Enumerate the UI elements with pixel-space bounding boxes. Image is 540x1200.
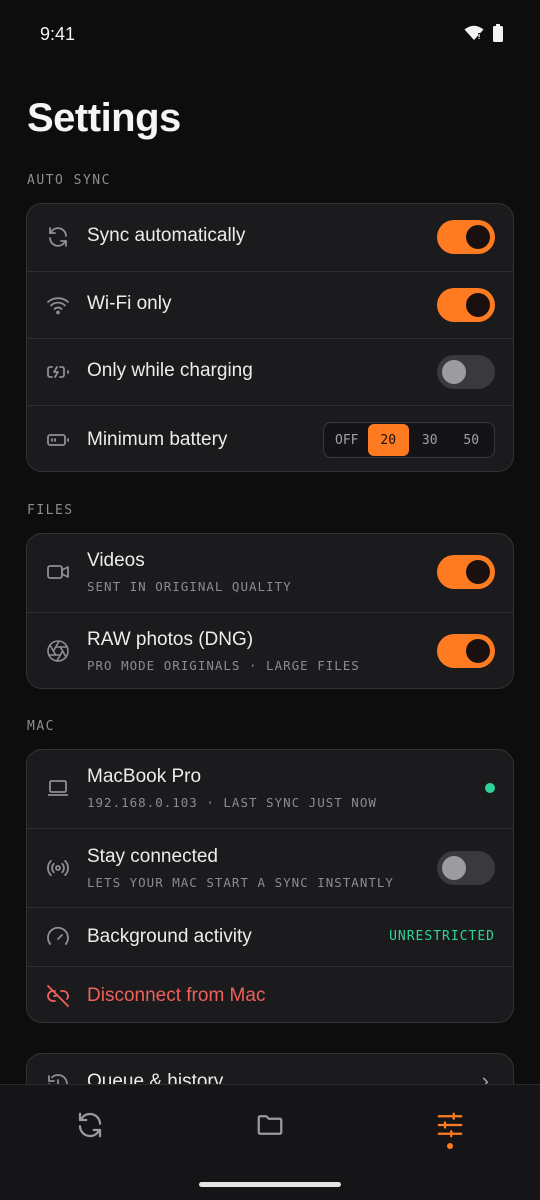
active-nav-indicator <box>447 1143 453 1149</box>
only-while-charging-label: Only while charging <box>87 360 253 381</box>
disconnect-label: Disconnect from Mac <box>87 985 266 1006</box>
wifi-icon <box>45 292 71 318</box>
macbook-pro-label: MacBook Pro <box>87 766 202 787</box>
section-label-auto-sync: AUTO SYNC <box>27 173 111 188</box>
gauge-icon <box>45 924 71 950</box>
stay-connected-sub: LETS YOUR MAC START A SYNC INSTANTLY <box>87 875 394 890</box>
laptop-icon <box>45 775 71 801</box>
battery-option-30[interactable]: 30 <box>409 424 451 456</box>
minimum-battery-segmented: OFF 20 30 50 <box>323 422 495 458</box>
section-label-mac: MAC <box>27 719 55 734</box>
macbook-pro-sub: 192.168.0.103 · LAST SYNC JUST NOW <box>87 795 377 810</box>
row-background-activity[interactable]: Background activity UNRESTRICTED <box>27 907 513 966</box>
videos-toggle[interactable] <box>437 555 495 589</box>
row-raw-photos[interactable]: RAW photos (DNG) PRO MODE ORIGINALS · LA… <box>27 612 513 688</box>
auto-sync-card: Sync automatically Wi-Fi only Only while… <box>26 203 514 472</box>
home-indicator[interactable] <box>199 1182 341 1187</box>
status-bar: 9:41 <box>0 0 540 68</box>
wifi-only-label: Wi-Fi only <box>87 293 172 314</box>
video-camera-icon <box>45 559 71 585</box>
background-activity-label: Background activity <box>87 926 252 947</box>
videos-label: Videos <box>87 550 145 571</box>
row-wifi-only[interactable]: Wi-Fi only <box>27 271 513 338</box>
unlink-icon <box>45 983 71 1009</box>
battery-low-icon <box>45 427 71 453</box>
background-activity-value: UNRESTRICTED <box>389 929 495 944</box>
status-icons <box>464 24 504 42</box>
row-stay-connected[interactable]: Stay connected LETS YOUR MAC START A SYN… <box>27 828 513 907</box>
sync-automatically-label: Sync automatically <box>87 225 246 246</box>
row-disconnect[interactable]: Disconnect from Mac <box>27 966 513 1022</box>
wifi-status-icon <box>464 25 484 40</box>
bottom-nav <box>0 1084 540 1200</box>
battery-icon <box>493 24 503 42</box>
row-sync-automatically[interactable]: Sync automatically <box>27 204 513 271</box>
nav-settings[interactable] <box>430 1105 470 1145</box>
battery-option-off[interactable]: OFF <box>326 424 368 456</box>
folder-icon <box>257 1115 283 1135</box>
nav-files[interactable] <box>250 1105 290 1145</box>
sync-icon <box>45 224 71 250</box>
only-while-charging-toggle[interactable] <box>437 355 495 389</box>
row-videos[interactable]: Videos SENT IN ORIGINAL QUALITY <box>27 534 513 612</box>
sliders-icon <box>437 1112 463 1138</box>
row-only-while-charging[interactable]: Only while charging <box>27 338 513 405</box>
raw-photos-sub: PRO MODE ORIGINALS · LARGE FILES <box>87 658 360 673</box>
mac-card: MacBook Pro 192.168.0.103 · LAST SYNC JU… <box>26 749 514 1023</box>
minimum-battery-label: Minimum battery <box>87 429 228 450</box>
broadcast-icon <box>45 855 71 881</box>
page-title: Settings <box>27 96 181 140</box>
battery-option-50[interactable]: 50 <box>451 424 493 456</box>
stay-connected-toggle[interactable] <box>437 851 495 885</box>
connection-status-dot <box>485 783 495 793</box>
status-time: 9:41 <box>40 24 76 44</box>
row-minimum-battery: Minimum battery OFF 20 30 50 <box>27 405 513 471</box>
battery-option-20[interactable]: 20 <box>367 424 409 456</box>
aperture-icon <box>45 638 71 664</box>
sync-automatically-toggle[interactable] <box>437 220 495 254</box>
files-card: Videos SENT IN ORIGINAL QUALITY RAW phot… <box>26 533 514 689</box>
row-macbook-pro[interactable]: MacBook Pro 192.168.0.103 · LAST SYNC JU… <box>27 750 513 828</box>
wifi-only-toggle[interactable] <box>437 288 495 322</box>
stay-connected-label: Stay connected <box>87 846 218 867</box>
raw-photos-label: RAW photos (DNG) <box>87 629 254 650</box>
section-label-files: FILES <box>27 503 74 518</box>
videos-sub: SENT IN ORIGINAL QUALITY <box>87 579 292 594</box>
battery-charging-icon <box>45 359 71 385</box>
nav-sync[interactable] <box>70 1105 110 1145</box>
sync-icon <box>78 1112 102 1138</box>
raw-photos-toggle[interactable] <box>437 634 495 668</box>
